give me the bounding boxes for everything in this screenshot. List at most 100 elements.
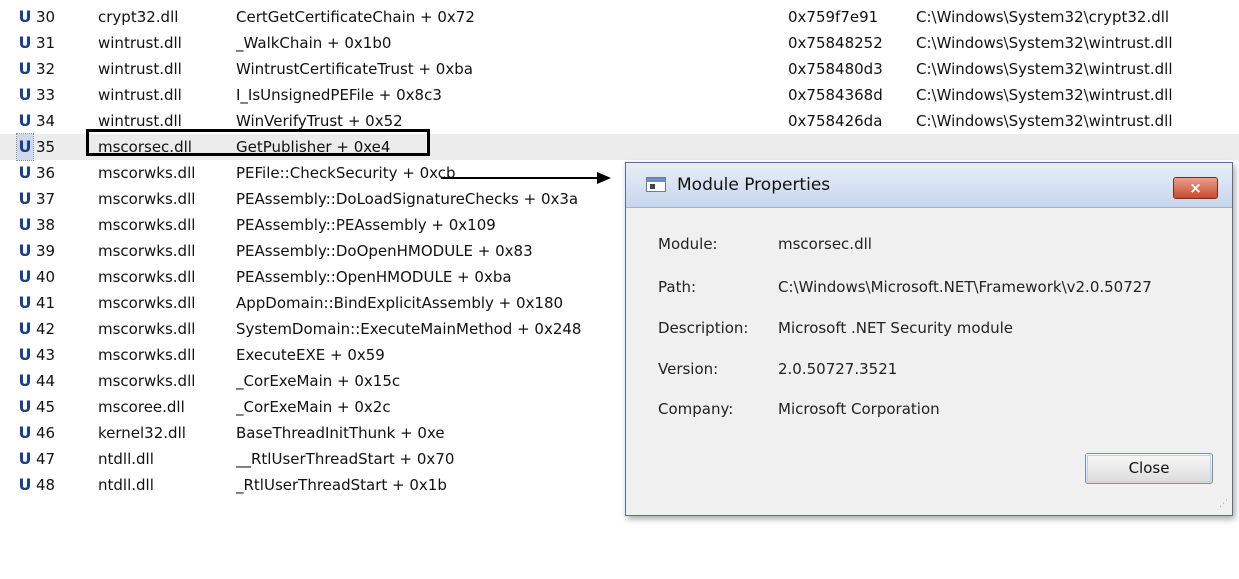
stack-row[interactable]: U 30 crypt32.dll CertGetCertificateChain + … bbox=[0, 4, 1239, 30]
unmanaged-marker: U bbox=[18, 293, 32, 312]
dialog-titlebar[interactable]: Module Properties × bbox=[626, 163, 1232, 208]
function-name: I_IsUnsignedPEFile + 0x8c3 bbox=[236, 86, 442, 104]
frame-number: 40 bbox=[36, 268, 56, 286]
unmanaged-marker: U bbox=[16, 133, 34, 161]
frame-number: 42 bbox=[36, 320, 56, 338]
module-name: mscorwks.dll bbox=[98, 320, 196, 338]
function-name: PEAssembly::PEAssembly + 0x109 bbox=[236, 216, 496, 234]
unmanaged-marker: U bbox=[18, 449, 32, 468]
version-value: 2.0.50727.3521 bbox=[778, 360, 898, 378]
function-name: __RtlUserThreadStart + 0x70 bbox=[236, 450, 455, 468]
close-button[interactable]: Close bbox=[1085, 453, 1213, 484]
frame-address: 0x758480d3 bbox=[788, 60, 883, 78]
module-path bbox=[916, 134, 1236, 160]
frame-number: 45 bbox=[36, 398, 56, 416]
module-value: mscorsec.dll bbox=[778, 235, 872, 253]
version-label: Version: bbox=[658, 360, 719, 378]
unmanaged-marker: U bbox=[18, 111, 32, 130]
unmanaged-marker: U bbox=[18, 189, 32, 208]
unmanaged-marker: U bbox=[18, 267, 32, 286]
description-label: Description: bbox=[658, 319, 749, 337]
frame-number: 32 bbox=[36, 60, 56, 78]
stack-row[interactable]: U 31 wintrust.dll _WalkChain + 0x1b0 0x75848… bbox=[0, 30, 1239, 56]
function-name: _RtlUserThreadStart + 0x1b bbox=[236, 476, 447, 494]
unmanaged-marker: U bbox=[18, 475, 32, 494]
frame-number: 37 bbox=[36, 190, 56, 208]
module-path: C:\Windows\System32\wintrust.dll bbox=[916, 112, 1173, 130]
highlight-box bbox=[86, 129, 430, 156]
module-name: ntdll.dll bbox=[98, 450, 154, 468]
unmanaged-marker: U bbox=[18, 85, 32, 104]
module-name: mscorwks.dll bbox=[98, 190, 196, 208]
frame-number: 43 bbox=[36, 346, 56, 364]
module-name: mscorwks.dll bbox=[98, 346, 196, 364]
frame-number: 31 bbox=[36, 34, 56, 52]
path-value: C:\Windows\Microsoft.NET\Framework\v2.0.… bbox=[778, 278, 1152, 296]
unmanaged-marker: U bbox=[18, 397, 32, 416]
description-value: Microsoft .NET Security module bbox=[778, 319, 1014, 337]
function-name: BaseThreadInitThunk + 0xe bbox=[236, 424, 445, 442]
window-icon bbox=[646, 177, 666, 192]
module-name: wintrust.dll bbox=[98, 60, 182, 78]
close-icon[interactable]: × bbox=[1173, 177, 1218, 199]
stack-row[interactable]: U 32 wintrust.dll WintrustCertificateTrust … bbox=[0, 56, 1239, 82]
frame-number: 39 bbox=[36, 242, 56, 260]
function-name: _CorExeMain + 0x2c bbox=[236, 398, 391, 416]
module-properties-dialog: Module Properties × Module: mscorsec.dll… bbox=[625, 162, 1233, 516]
unmanaged-marker: U bbox=[18, 163, 32, 182]
resize-grip-icon[interactable]: ⋰ bbox=[1219, 500, 1229, 512]
module-name: mscorwks.dll bbox=[98, 164, 196, 182]
frame-number: 44 bbox=[36, 372, 56, 390]
unmanaged-marker: U bbox=[18, 33, 32, 52]
function-name: AppDomain::BindExplicitAssembly + 0x180 bbox=[236, 294, 564, 312]
arrow-to-dialog bbox=[441, 172, 611, 184]
frame-address bbox=[788, 134, 906, 160]
company-label: Company: bbox=[658, 400, 734, 418]
unmanaged-marker: U bbox=[18, 59, 32, 78]
module-name: mscoree.dll bbox=[98, 398, 185, 416]
unmanaged-marker: U bbox=[18, 423, 32, 442]
frame-number: 36 bbox=[36, 164, 56, 182]
frame-number: 38 bbox=[36, 216, 56, 234]
function-name: _CorExeMain + 0x15c bbox=[236, 372, 401, 390]
frame-address: 0x7584368d bbox=[788, 86, 883, 104]
module-name: mscorwks.dll bbox=[98, 294, 196, 312]
module-name: mscorwks.dll bbox=[98, 268, 196, 286]
dialog-title: Module Properties bbox=[677, 175, 831, 195]
module-path: C:\Windows\System32\wintrust.dll bbox=[916, 60, 1173, 78]
module-name: wintrust.dll bbox=[98, 86, 182, 104]
module-name: kernel32.dll bbox=[98, 424, 186, 442]
frame-address: 0x758426da bbox=[788, 112, 883, 130]
function-name: ExecuteEXE + 0x59 bbox=[236, 346, 385, 364]
function-name: PEAssembly::OpenHMODULE + 0xba bbox=[236, 268, 512, 286]
stack-row[interactable]: U 33 wintrust.dll I_IsUnsignedPEFile + 0x8c… bbox=[0, 82, 1239, 108]
module-name: ntdll.dll bbox=[98, 476, 154, 494]
module-path: C:\Windows\System32\wintrust.dll bbox=[916, 86, 1173, 104]
function-name: CertGetCertificateChain + 0x72 bbox=[236, 8, 475, 26]
module-name: crypt32.dll bbox=[98, 8, 179, 26]
frame-number: 34 bbox=[36, 112, 56, 130]
frame-number: 33 bbox=[36, 86, 56, 104]
frame-number: 46 bbox=[36, 424, 56, 442]
function-name: PEAssembly::DoLoadSignatureChecks + 0x3a bbox=[236, 190, 579, 208]
function-name: PEAssembly::DoOpenHMODULE + 0x83 bbox=[236, 242, 533, 260]
frame-number: 41 bbox=[36, 294, 56, 312]
unmanaged-marker: U bbox=[18, 345, 32, 364]
module-name: wintrust.dll bbox=[98, 34, 182, 52]
module-name: mscorwks.dll bbox=[98, 242, 196, 260]
unmanaged-marker: U bbox=[18, 319, 32, 338]
unmanaged-marker: U bbox=[18, 215, 32, 234]
frame-number: 35 bbox=[36, 138, 56, 156]
module-path: C:\Windows\System32\wintrust.dll bbox=[916, 34, 1173, 52]
unmanaged-marker: U bbox=[18, 241, 32, 260]
frame-address: 0x75848252 bbox=[788, 34, 883, 52]
function-name: WintrustCertificateTrust + 0xba bbox=[236, 60, 473, 78]
module-label: Module: bbox=[658, 235, 718, 253]
frame-number: 48 bbox=[36, 476, 56, 494]
company-value: Microsoft Corporation bbox=[778, 400, 940, 418]
module-name: mscorwks.dll bbox=[98, 216, 196, 234]
module-name: mscorwks.dll bbox=[98, 372, 196, 390]
module-path: C:\Windows\System32\crypt32.dll bbox=[916, 8, 1170, 26]
frame-address: 0x759f7e91 bbox=[788, 8, 879, 26]
function-name: SystemDomain::ExecuteMainMethod + 0x248 bbox=[236, 320, 582, 338]
